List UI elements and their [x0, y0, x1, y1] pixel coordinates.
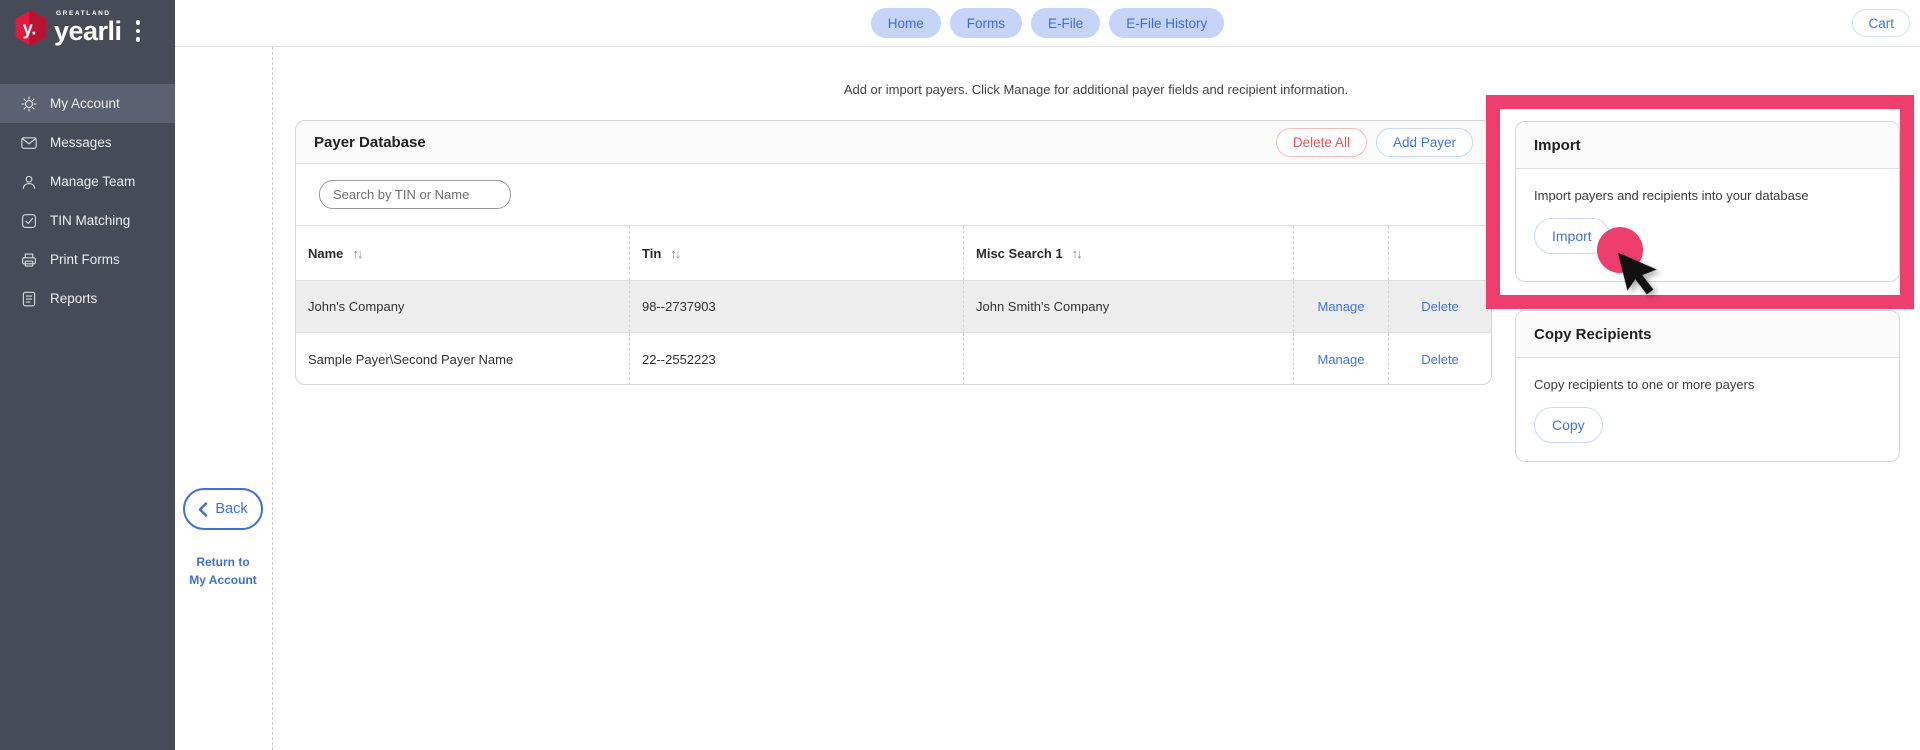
- sidebar-item-label: Reports: [50, 291, 98, 306]
- import-panel-body: Import payers and recipients into your d…: [1516, 169, 1899, 254]
- copy-button[interactable]: Copy: [1534, 407, 1603, 443]
- table-row: Sample Payer\Second Payer Name 22--25522…: [296, 333, 1491, 384]
- sort-arrows-icon[interactable]: ↑↓: [1072, 246, 1083, 261]
- content-dashed-divider: [272, 47, 273, 750]
- copy-recipients-panel: Copy Recipients Copy recipients to one o…: [1515, 310, 1900, 462]
- payer-misc-cell: [964, 333, 1294, 384]
- yearli-wordmark: yearli: [54, 16, 122, 47]
- svg-text:y.: y.: [23, 18, 37, 38]
- nav-home-button[interactable]: Home: [870, 8, 941, 38]
- brand-logo[interactable]: y. GREATLAND yearli: [0, 0, 175, 46]
- import-panel-header: Import: [1516, 122, 1899, 169]
- sidebar-nav: My Account Messages Manage Team TIN Matc…: [0, 84, 175, 318]
- gear-icon: [21, 95, 37, 112]
- import-description: Import payers and recipients into your d…: [1534, 188, 1809, 203]
- chevron-left-icon: [199, 501, 208, 517]
- top-header: Home Forms E-File E-File History Cart: [175, 0, 1920, 47]
- sidebar-item-manage-team[interactable]: Manage Team: [0, 162, 175, 201]
- sidebar-item-label: Messages: [50, 135, 112, 150]
- yearli-hexagon-logo-icon: y.: [15, 10, 47, 46]
- return-to-my-account-link[interactable]: Return to My Account: [160, 553, 286, 589]
- payer-search-input[interactable]: [319, 180, 511, 209]
- copy-description: Copy recipients to one or more payers: [1534, 377, 1755, 392]
- report-icon: [22, 291, 36, 306]
- import-panel: Import Import payers and recipients into…: [1515, 121, 1900, 282]
- sidebar-item-messages[interactable]: Messages: [0, 123, 175, 162]
- payer-panel-header: Payer Database Delete All Add Payer: [296, 121, 1491, 164]
- nav-efile-history-button[interactable]: E-File History: [1109, 8, 1225, 38]
- check-square-icon: [22, 213, 36, 228]
- sidebar-item-reports[interactable]: Reports: [0, 279, 175, 318]
- column-header-tin: Tin ↑↓: [630, 226, 964, 280]
- copy-panel-title: Copy Recipients: [1534, 325, 1652, 343]
- payer-name-cell: John's Company: [296, 281, 630, 332]
- kebab-menu-icon[interactable]: [135, 20, 141, 42]
- sidebar-item-my-account[interactable]: My Account: [0, 84, 175, 123]
- manage-link[interactable]: Manage: [1318, 352, 1365, 367]
- delete-all-button[interactable]: Delete All: [1275, 127, 1367, 157]
- payer-name-cell: Sample Payer\Second Payer Name: [296, 333, 630, 384]
- printer-icon: [22, 252, 36, 267]
- back-button[interactable]: Back: [183, 488, 263, 530]
- nav-forms-button[interactable]: Forms: [949, 8, 1022, 38]
- add-payer-button[interactable]: Add Payer: [1375, 127, 1473, 157]
- envelope-icon: [21, 136, 37, 149]
- sidebar-item-label: Print Forms: [50, 252, 120, 267]
- sidebar-item-tin-matching[interactable]: TIN Matching: [0, 201, 175, 240]
- sidebar: y. GREATLAND yearli My Account Messages: [0, 0, 175, 750]
- column-header-delete: [1389, 226, 1491, 280]
- payer-panel-title: Payer Database: [314, 133, 426, 151]
- sidebar-item-print-forms[interactable]: Print Forms: [0, 240, 175, 279]
- column-header-manage: [1294, 226, 1389, 280]
- manage-link[interactable]: Manage: [1318, 299, 1365, 314]
- payer-misc-cell: John Smith's Company: [964, 281, 1294, 332]
- delete-link[interactable]: Delete: [1421, 352, 1459, 367]
- import-button[interactable]: Import: [1534, 218, 1610, 254]
- sort-arrows-icon[interactable]: ↑↓: [670, 246, 681, 261]
- column-header-name: Name ↑↓: [296, 226, 630, 280]
- sidebar-item-label: My Account: [50, 96, 120, 111]
- back-button-label: Back: [215, 501, 248, 517]
- sidebar-item-label: TIN Matching: [50, 213, 131, 228]
- table-row: John's Company 98--2737903 John Smith's …: [296, 281, 1491, 333]
- column-header-misc-search: Misc Search 1 ↑↓: [964, 226, 1294, 280]
- payer-database-panel: Payer Database Delete All Add Payer Name…: [295, 120, 1492, 385]
- payer-tin-cell: 98--2737903: [630, 281, 964, 332]
- payer-table-header: Name ↑↓ Tin ↑↓ Misc Search 1 ↑↓: [296, 226, 1491, 281]
- cart-button[interactable]: Cart: [1852, 9, 1910, 37]
- import-panel-title: Import: [1534, 136, 1581, 154]
- copy-panel-body: Copy recipients to one or more payers Co…: [1516, 358, 1899, 443]
- sidebar-item-label: Manage Team: [50, 174, 136, 189]
- sort-arrows-icon[interactable]: ↑↓: [352, 246, 363, 261]
- page-instruction: Add or import payers. Click Manage for a…: [843, 82, 1349, 97]
- payer-tin-cell: 22--2552223: [630, 333, 964, 384]
- nav-efile-button[interactable]: E-File: [1030, 8, 1101, 38]
- delete-link[interactable]: Delete: [1421, 299, 1459, 314]
- copy-panel-header: Copy Recipients: [1516, 311, 1899, 358]
- payer-search-row: [296, 164, 1491, 226]
- person-icon: [22, 175, 36, 189]
- top-navigation: Home Forms E-File E-File History: [175, 8, 1920, 38]
